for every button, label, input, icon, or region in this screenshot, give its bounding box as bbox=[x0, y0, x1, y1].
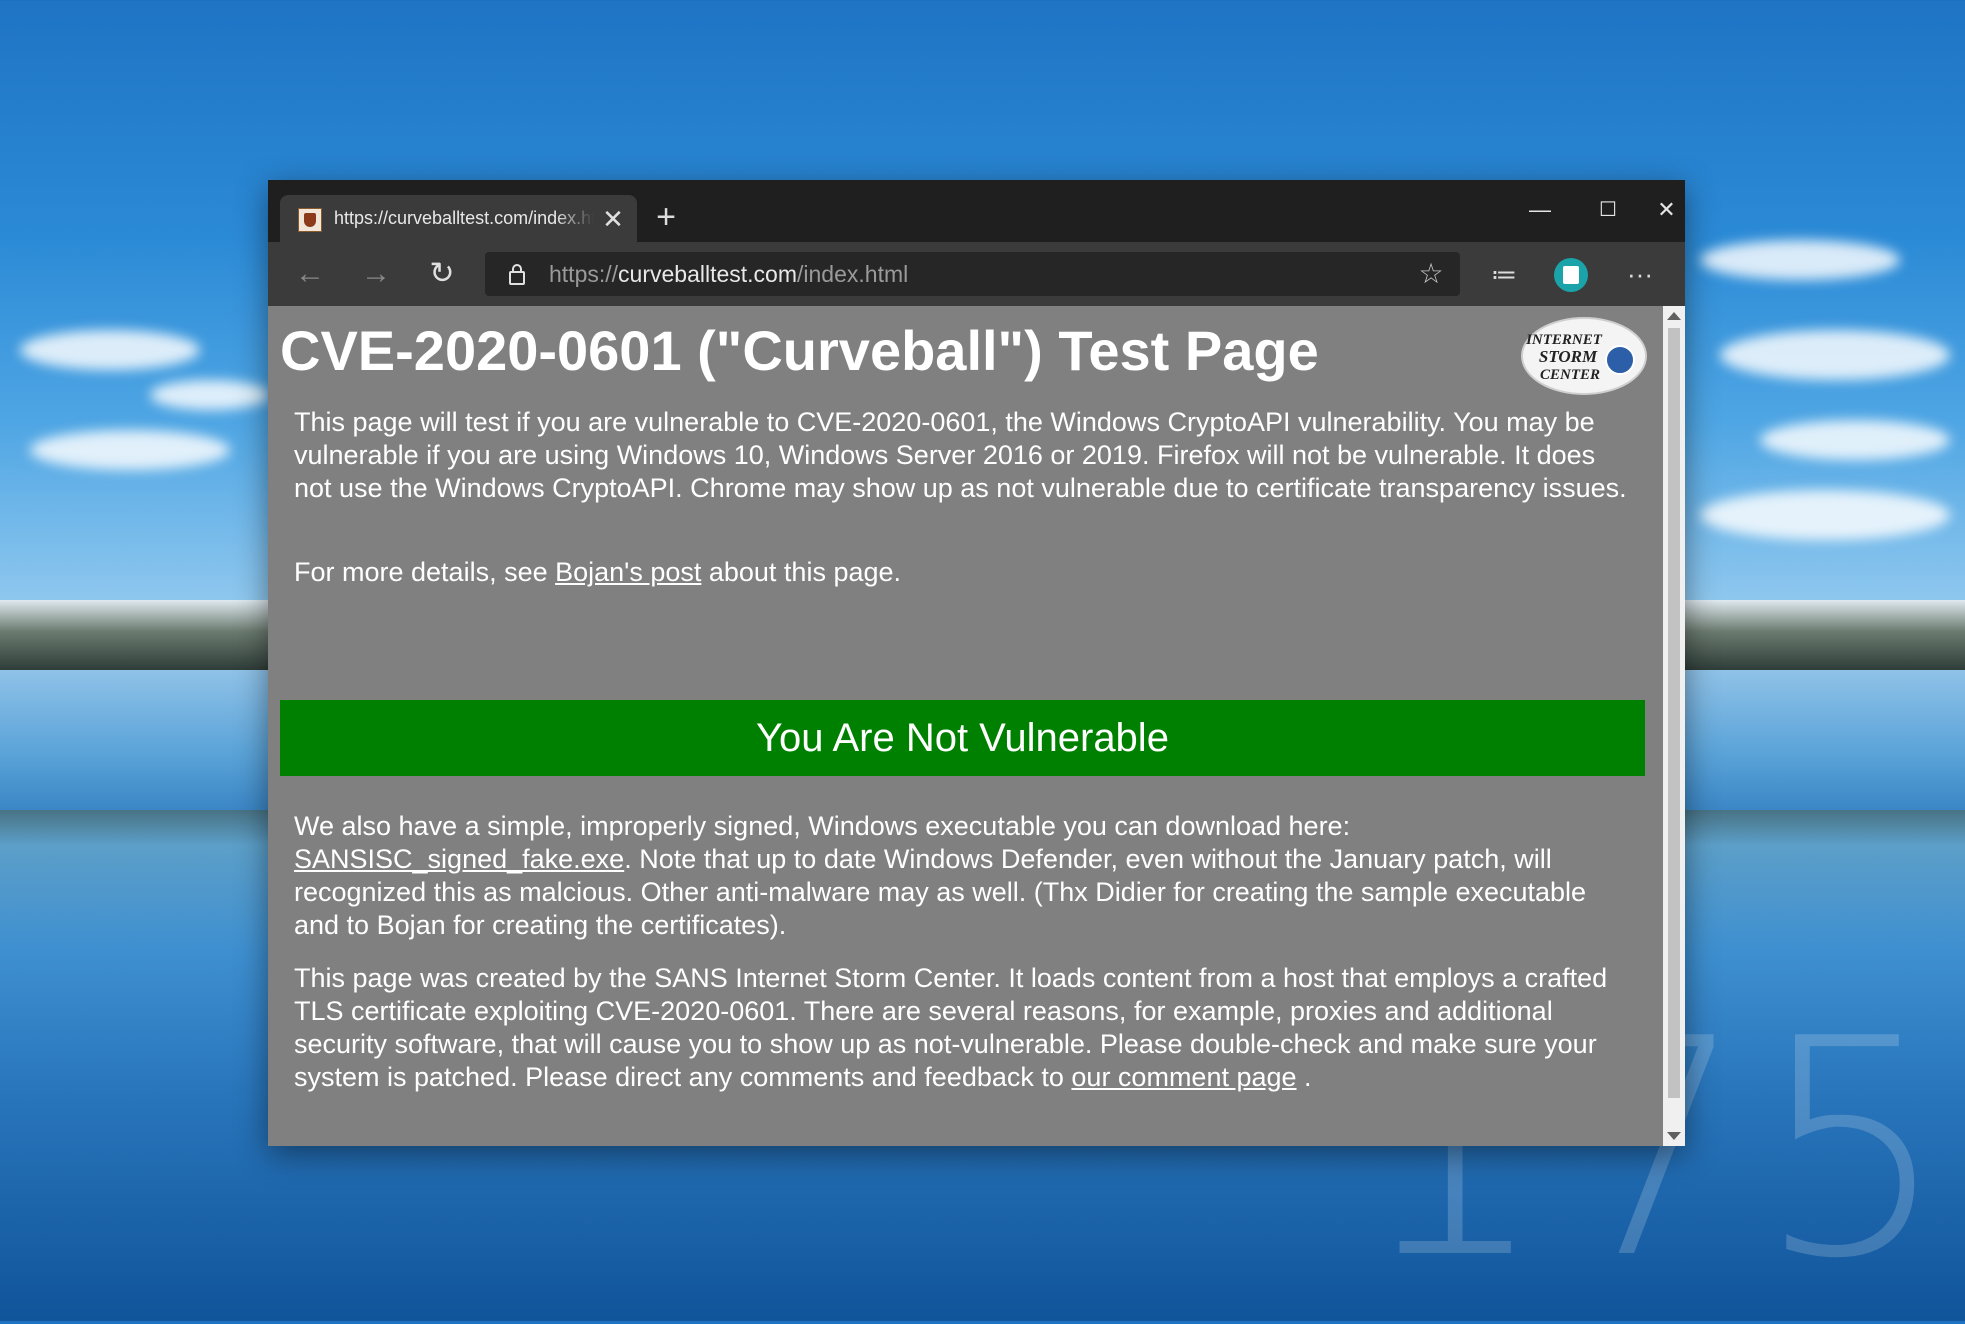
download-paragraph: We also have a simple, improperly signed… bbox=[294, 810, 1634, 942]
maximize-button[interactable]: ☐ bbox=[1580, 190, 1636, 230]
cloud bbox=[30, 430, 230, 470]
url-path: /index.html bbox=[797, 261, 909, 287]
vertical-scrollbar[interactable] bbox=[1663, 306, 1685, 1146]
cloud bbox=[1700, 240, 1900, 280]
logo-line-3: CENTER bbox=[1540, 367, 1600, 383]
close-window-button[interactable]: ✕ bbox=[1648, 190, 1685, 230]
refresh-icon[interactable]: ↻ bbox=[422, 254, 462, 294]
more-options-icon[interactable]: ··· bbox=[1620, 254, 1660, 294]
close-tab-icon[interactable]: ✕ bbox=[600, 204, 626, 234]
fake-exe-download-link[interactable]: SANSISC_signed_fake.exe bbox=[294, 844, 624, 874]
browser-toolbar: ← → ↻ https://curveballtest.com/index.ht… bbox=[268, 242, 1685, 306]
logo-line-2: STORM bbox=[1539, 347, 1598, 366]
comment-page-link[interactable]: our comment page bbox=[1071, 1062, 1296, 1092]
scroll-down-arrow-icon[interactable] bbox=[1667, 1132, 1681, 1140]
new-tab-button[interactable]: + bbox=[646, 198, 686, 238]
details-text-before: For more details, see bbox=[294, 557, 556, 587]
cloud bbox=[150, 380, 270, 410]
cloud bbox=[1700, 490, 1950, 540]
minimize-button[interactable]: — bbox=[1512, 190, 1568, 230]
bojans-post-link[interactable]: Bojan's post bbox=[555, 557, 701, 587]
url-scheme: https:// bbox=[549, 261, 619, 287]
cloud bbox=[1720, 330, 1950, 380]
page-viewport: CVE-2020-0601 ("Curveball") Test Page IN… bbox=[268, 306, 1685, 1146]
tab-title: https://curveballtest.com/index.html bbox=[334, 208, 594, 228]
url-text[interactable]: https://curveballtest.com/index.html bbox=[549, 261, 908, 288]
vulnerability-result-banner: You Are Not Vulnerable bbox=[280, 700, 1645, 776]
intro-paragraph: This page will test if you are vulnerabl… bbox=[294, 407, 1627, 503]
footer-paragraph: This page was created by the SANS Intern… bbox=[294, 962, 1634, 1094]
logo-line-1: INTERNET bbox=[1525, 332, 1603, 348]
scrollbar-thumb[interactable] bbox=[1668, 328, 1680, 1098]
browser-tab[interactable]: https://curveballtest.com/index.html ✕ bbox=[280, 195, 637, 242]
address-bar[interactable]: https://curveballtest.com/index.html ☆ bbox=[485, 252, 1460, 296]
footer-text-after: . bbox=[1296, 1062, 1312, 1092]
footer-text-before: This page was created by the SANS Intern… bbox=[294, 963, 1608, 1092]
cloud bbox=[1760, 420, 1950, 460]
tab-bar: https://curveballtest.com/index.html ✕ +… bbox=[268, 180, 1685, 242]
download-text-before: We also have a simple, improperly signed… bbox=[294, 811, 1351, 841]
internet-storm-center-logo: INTERNET STORM CENTER bbox=[1521, 317, 1647, 395]
details-text-after: about this page. bbox=[701, 557, 902, 587]
cloud bbox=[20, 330, 200, 370]
scroll-up-arrow-icon[interactable] bbox=[1667, 312, 1681, 320]
favorites-list-icon[interactable]: ≔ bbox=[1484, 254, 1524, 294]
add-favorite-star-icon[interactable]: ☆ bbox=[1415, 258, 1447, 290]
lock-icon[interactable] bbox=[505, 262, 529, 286]
forward-arrow-icon[interactable]: → bbox=[356, 254, 396, 294]
url-host: curveballtest.com bbox=[618, 261, 798, 287]
page-title: CVE-2020-0601 ("Curveball") Test Page bbox=[280, 319, 1319, 382]
back-arrow-icon[interactable]: ← bbox=[290, 254, 330, 294]
profile-avatar-icon[interactable] bbox=[1554, 258, 1588, 292]
browser-window: https://curveballtest.com/index.html ✕ +… bbox=[268, 180, 1685, 1146]
site-favicon-icon bbox=[298, 208, 322, 232]
details-paragraph: For more details, see Bojan's post about… bbox=[294, 556, 1634, 589]
